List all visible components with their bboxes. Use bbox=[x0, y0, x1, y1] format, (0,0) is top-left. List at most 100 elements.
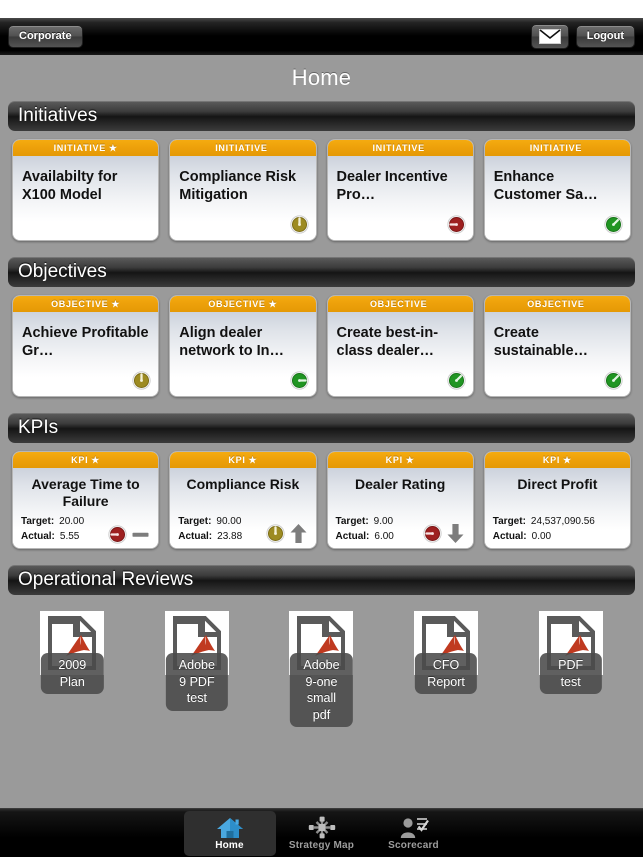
pdf-file-item[interactable]: 2009 Plan bbox=[10, 611, 135, 694]
card-kind-label: INITIATIVE bbox=[215, 143, 268, 153]
objective-card[interactable]: OBJECTIVE Create best-in-class dealer… bbox=[326, 295, 474, 397]
kpi-card[interactable]: KPI ★ Compliance Risk Target: 90.00 Actua… bbox=[169, 451, 317, 549]
card-kind-banner: INITIATIVE bbox=[327, 140, 473, 156]
kpi-target-value: 9.00 bbox=[373, 516, 394, 527]
status-gauge-icon bbox=[447, 215, 466, 234]
card-kind-banner: OBJECTIVE bbox=[327, 296, 473, 312]
card-body: Align dealer network to In… bbox=[170, 312, 316, 396]
card-title: Enhance Customer Sa… bbox=[493, 169, 598, 204]
trend-flat-icon bbox=[132, 532, 149, 537]
kpi-actual-value: 6.00 bbox=[374, 530, 394, 542]
card-title: Compliance Risk Mitigation bbox=[179, 169, 297, 204]
objective-card-list: OBJECTIVE ★ Achieve Profitable Gr… OBJEC… bbox=[8, 287, 635, 407]
section-header-kpis: KPIs bbox=[8, 413, 635, 443]
main-content: Initiatives INITIATIVE ★ Availabilty for… bbox=[0, 101, 643, 757]
kpi-actual-label: Actual: bbox=[178, 530, 213, 542]
tab-scorecard[interactable]: Scorecard bbox=[368, 811, 460, 856]
logout-button[interactable]: Logout bbox=[575, 25, 635, 48]
kpi-card[interactable]: KPI ★ Direct Profit Target: 24,537,090.56… bbox=[483, 451, 631, 549]
card-kind-label: KPI bbox=[385, 455, 403, 465]
card-kind-banner: INITIATIVE ★ bbox=[13, 140, 159, 156]
initiative-card[interactable]: INITIATIVE ★ Availabilty for X100 Model bbox=[12, 139, 160, 241]
card-kind-banner: KPI ★ bbox=[484, 452, 630, 468]
initiative-card[interactable]: INITIATIVE Enhance Customer Sa… bbox=[483, 139, 631, 241]
pdf-file-label: CFO Report bbox=[414, 653, 478, 694]
card-kind-label: INITIATIVE bbox=[53, 143, 106, 153]
card-body: Enhance Customer Sa… bbox=[484, 156, 630, 240]
kpi-target-value: 24,537,090.56 bbox=[530, 516, 595, 527]
status-gauge-icon bbox=[447, 371, 466, 390]
network-icon bbox=[308, 816, 336, 839]
favorite-star-icon: ★ bbox=[91, 454, 101, 465]
trend-down-icon bbox=[447, 524, 464, 543]
card-title: Align dealer network to In… bbox=[179, 325, 284, 360]
card-body: Compliance Risk Target: 90.00 Actual: 23.8… bbox=[170, 468, 316, 548]
gauge-yellow-up-icon bbox=[132, 371, 151, 390]
kpi-indicators bbox=[265, 523, 308, 544]
initiative-card[interactable]: INITIATIVE Compliance Risk Mitigation bbox=[169, 139, 317, 241]
section-objectives: Objectives OBJECTIVE ★ Achieve Profitabl… bbox=[8, 257, 635, 407]
objective-card[interactable]: OBJECTIVE Create sustainable… bbox=[483, 295, 631, 397]
card-title: Dealer Incentive Pro… bbox=[336, 169, 448, 204]
kpi-card[interactable]: KPI ★ Dealer Rating Target: 9.00 Actual: 6… bbox=[326, 451, 474, 549]
gauge-red-left-icon bbox=[108, 525, 127, 544]
tab-label: Strategy Map bbox=[288, 839, 355, 851]
kpi-metrics: Target: 90.00 Actual: 23.88 bbox=[178, 515, 307, 544]
card-kind-label: INITIATIVE bbox=[529, 143, 583, 153]
tab-label: Scorecard bbox=[388, 839, 439, 851]
gauge-red-left-icon bbox=[447, 215, 466, 234]
kpi-actual-row: Actual: 0.00 bbox=[493, 530, 622, 545]
card-kind-label: KPI bbox=[542, 455, 561, 465]
kpi-actual-label: Actual: bbox=[492, 530, 527, 542]
objective-card[interactable]: OBJECTIVE ★ Align dealer network to In… bbox=[169, 295, 317, 397]
status-strip bbox=[0, 0, 643, 18]
status-gauge-icon bbox=[604, 215, 623, 234]
topbar-actions: Logout bbox=[530, 24, 635, 49]
initiative-card[interactable]: INITIATIVE Dealer Incentive Pro… bbox=[326, 139, 474, 241]
gauge-red-left-icon bbox=[423, 524, 442, 543]
card-kind-banner: INITIATIVE bbox=[170, 140, 316, 156]
tab-label: Home bbox=[215, 839, 244, 851]
kpi-card[interactable]: KPI ★ Average Time to Failure Target: 20.… bbox=[12, 451, 160, 549]
kpi-target-label: Target: bbox=[492, 516, 526, 527]
corporate-button[interactable]: Corporate bbox=[8, 25, 83, 48]
kpi-actual-value: 23.88 bbox=[217, 530, 243, 542]
card-kind-banner: KPI ★ bbox=[13, 452, 159, 468]
scorecard-icon bbox=[399, 816, 429, 839]
kpi-actual-value: 5.55 bbox=[59, 530, 80, 542]
favorite-star-icon: ★ bbox=[248, 454, 258, 465]
favorite-star-icon: ★ bbox=[268, 298, 278, 309]
mail-button[interactable] bbox=[530, 24, 569, 49]
status-gauge-icon bbox=[604, 371, 623, 390]
top-navigation-bar: Corporate Logout bbox=[0, 18, 643, 55]
status-gauge-icon bbox=[289, 371, 309, 390]
pdf-file-label: PDF test bbox=[539, 653, 602, 694]
kpi-target-value: 90.00 bbox=[216, 516, 242, 527]
favorite-star-icon: ★ bbox=[405, 454, 415, 465]
tab-home[interactable]: Home bbox=[183, 810, 276, 856]
card-body: Compliance Risk Mitigation bbox=[170, 156, 316, 240]
objective-card[interactable]: OBJECTIVE ★ Achieve Profitable Gr… bbox=[12, 295, 160, 397]
kpi-title: Compliance Risk bbox=[186, 476, 300, 492]
card-kind-label: INITIATIVE bbox=[372, 143, 425, 153]
section-operational-reviews: Operational Reviews 2009 Plan Adobe 9 PD… bbox=[8, 565, 635, 727]
section-kpis: KPIs KPI ★ Average Time to Failure Targe… bbox=[8, 413, 635, 559]
pdf-file-item[interactable]: CFO Report bbox=[384, 611, 509, 694]
card-kind-banner: OBJECTIVE bbox=[484, 296, 630, 312]
card-title: Availabilty for X100 Model bbox=[22, 169, 118, 204]
gauge-yellow-up-icon bbox=[289, 215, 309, 234]
kpi-title: Direct Profit bbox=[517, 476, 598, 492]
card-kind-label: OBJECTIVE bbox=[208, 299, 266, 309]
kpi-indicators bbox=[108, 525, 150, 544]
home-icon bbox=[215, 816, 245, 839]
initiative-card-list: INITIATIVE ★ Availabilty for X100 Model … bbox=[8, 131, 635, 251]
card-kind-label: OBJECTIVE bbox=[527, 299, 585, 309]
pdf-file-item[interactable]: PDF test bbox=[508, 611, 633, 694]
card-title: Achieve Profitable Gr… bbox=[22, 325, 149, 360]
card-kind-banner: OBJECTIVE ★ bbox=[170, 296, 316, 312]
pdf-file-item[interactable]: Adobe 9-one small pdf bbox=[259, 611, 384, 727]
card-body: Availabilty for X100 Model bbox=[13, 156, 159, 240]
card-body: Dealer Rating Target: 9.00 Actual: 6.00 bbox=[327, 468, 473, 548]
pdf-file-item[interactable]: Adobe 9 PDF test bbox=[135, 611, 260, 711]
tab-strategy-map[interactable]: Strategy Map bbox=[276, 811, 368, 856]
